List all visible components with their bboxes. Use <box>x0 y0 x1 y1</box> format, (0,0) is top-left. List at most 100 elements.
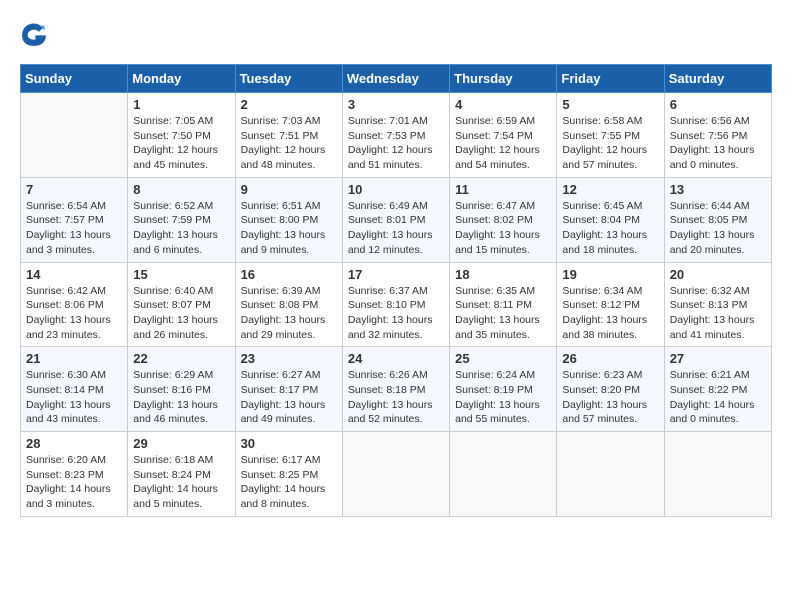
day-info: Sunrise: 6:42 AMSunset: 8:06 PMDaylight:… <box>26 284 122 343</box>
calendar-cell: 8 Sunrise: 6:52 AMSunset: 7:59 PMDaylight… <box>128 177 235 262</box>
day-number: 12 <box>562 182 658 197</box>
calendar-table: SundayMondayTuesdayWednesdayThursdayFrid… <box>20 64 772 517</box>
day-info: Sunrise: 6:49 AMSunset: 8:01 PMDaylight:… <box>348 199 444 258</box>
calendar-cell <box>557 432 664 517</box>
day-header-monday: Monday <box>128 65 235 93</box>
day-info: Sunrise: 6:44 AMSunset: 8:05 PMDaylight:… <box>670 199 766 258</box>
day-info: Sunrise: 6:37 AMSunset: 8:10 PMDaylight:… <box>348 284 444 343</box>
calendar-cell: 15 Sunrise: 6:40 AMSunset: 8:07 PMDayligh… <box>128 262 235 347</box>
day-info: Sunrise: 6:27 AMSunset: 8:17 PMDaylight:… <box>241 368 337 427</box>
day-number: 27 <box>670 351 766 366</box>
day-info: Sunrise: 6:20 AMSunset: 8:23 PMDaylight:… <box>26 453 122 512</box>
day-header-sunday: Sunday <box>21 65 128 93</box>
calendar-cell: 5 Sunrise: 6:58 AMSunset: 7:55 PMDaylight… <box>557 93 664 178</box>
day-info: Sunrise: 6:39 AMSunset: 8:08 PMDaylight:… <box>241 284 337 343</box>
day-number: 29 <box>133 436 229 451</box>
day-info: Sunrise: 6:52 AMSunset: 7:59 PMDaylight:… <box>133 199 229 258</box>
calendar-cell: 26 Sunrise: 6:23 AMSunset: 8:20 PMDayligh… <box>557 347 664 432</box>
header <box>20 20 772 48</box>
calendar-week-row: 7 Sunrise: 6:54 AMSunset: 7:57 PMDaylight… <box>21 177 772 262</box>
day-info: Sunrise: 6:58 AMSunset: 7:55 PMDaylight:… <box>562 114 658 173</box>
calendar-cell <box>450 432 557 517</box>
calendar-cell: 28 Sunrise: 6:20 AMSunset: 8:23 PMDayligh… <box>21 432 128 517</box>
calendar-cell: 7 Sunrise: 6:54 AMSunset: 7:57 PMDaylight… <box>21 177 128 262</box>
day-info: Sunrise: 6:59 AMSunset: 7:54 PMDaylight:… <box>455 114 551 173</box>
calendar-cell: 25Sunrise: 6:24 AMSunset: 8:19 PMDayligh… <box>450 347 557 432</box>
day-number: 17 <box>348 267 444 282</box>
calendar-cell: 20Sunrise: 6:32 AMSunset: 8:13 PMDayligh… <box>664 262 771 347</box>
calendar-cell: 24 Sunrise: 6:26 AMSunset: 8:18 PMDayligh… <box>342 347 449 432</box>
calendar-cell: 21 Sunrise: 6:30 AMSunset: 8:14 PMDayligh… <box>21 347 128 432</box>
day-header-saturday: Saturday <box>664 65 771 93</box>
day-number: 13 <box>670 182 766 197</box>
day-number: 4 <box>455 97 551 112</box>
day-number: 5 <box>562 97 658 112</box>
day-info: Sunrise: 6:26 AMSunset: 8:18 PMDaylight:… <box>348 368 444 427</box>
day-info: Sunrise: 6:29 AMSunset: 8:16 PMDaylight:… <box>133 368 229 427</box>
day-number: 16 <box>241 267 337 282</box>
calendar-cell: 9 Sunrise: 6:51 AMSunset: 8:00 PMDaylight… <box>235 177 342 262</box>
logo <box>20 20 52 48</box>
day-number: 28 <box>26 436 122 451</box>
day-number: 15 <box>133 267 229 282</box>
calendar-cell: 23 Sunrise: 6:27 AMSunset: 8:17 PMDayligh… <box>235 347 342 432</box>
day-number: 7 <box>26 182 122 197</box>
day-number: 26 <box>562 351 658 366</box>
day-info: Sunrise: 7:05 AMSunset: 7:50 PMDaylight:… <box>133 114 229 173</box>
calendar-cell: 17 Sunrise: 6:37 AMSunset: 8:10 PMDayligh… <box>342 262 449 347</box>
day-number: 10 <box>348 182 444 197</box>
day-info: Sunrise: 6:54 AMSunset: 7:57 PMDaylight:… <box>26 199 122 258</box>
calendar-cell <box>342 432 449 517</box>
day-number: 14 <box>26 267 122 282</box>
day-info: Sunrise: 6:18 AMSunset: 8:24 PMDaylight:… <box>133 453 229 512</box>
day-info: Sunrise: 6:23 AMSunset: 8:20 PMDaylight:… <box>562 368 658 427</box>
day-header-friday: Friday <box>557 65 664 93</box>
calendar-cell: 18 Sunrise: 6:35 AMSunset: 8:11 PMDayligh… <box>450 262 557 347</box>
day-number: 19 <box>562 267 658 282</box>
calendar-cell: 6 Sunrise: 6:56 AMSunset: 7:56 PMDaylight… <box>664 93 771 178</box>
day-info: Sunrise: 6:45 AMSunset: 8:04 PMDaylight:… <box>562 199 658 258</box>
day-info: Sunrise: 6:40 AMSunset: 8:07 PMDaylight:… <box>133 284 229 343</box>
day-info: Sunrise: 6:35 AMSunset: 8:11 PMDaylight:… <box>455 284 551 343</box>
calendar-cell <box>21 93 128 178</box>
calendar-cell: 3Sunrise: 7:01 AMSunset: 7:53 PMDaylight… <box>342 93 449 178</box>
calendar-week-row: 28 Sunrise: 6:20 AMSunset: 8:23 PMDayligh… <box>21 432 772 517</box>
day-number: 23 <box>241 351 337 366</box>
generalblue-logo-icon <box>20 20 48 48</box>
calendar-cell: 19Sunrise: 6:34 AMSunset: 8:12 PMDayligh… <box>557 262 664 347</box>
calendar-cell: 22 Sunrise: 6:29 AMSunset: 8:16 PMDayligh… <box>128 347 235 432</box>
day-info: Sunrise: 6:51 AMSunset: 8:00 PMDaylight:… <box>241 199 337 258</box>
day-number: 24 <box>348 351 444 366</box>
calendar-cell: 4 Sunrise: 6:59 AMSunset: 7:54 PMDaylight… <box>450 93 557 178</box>
calendar-cell: 10 Sunrise: 6:49 AMSunset: 8:01 PMDayligh… <box>342 177 449 262</box>
day-info: Sunrise: 6:17 AMSunset: 8:25 PMDaylight:… <box>241 453 337 512</box>
calendar-cell: 27 Sunrise: 6:21 AMSunset: 8:22 PMDayligh… <box>664 347 771 432</box>
day-number: 9 <box>241 182 337 197</box>
day-header-tuesday: Tuesday <box>235 65 342 93</box>
day-info: Sunrise: 7:01 AMSunset: 7:53 PMDaylight:… <box>348 114 444 173</box>
day-number: 8 <box>133 182 229 197</box>
calendar-cell: 14 Sunrise: 6:42 AMSunset: 8:06 PMDayligh… <box>21 262 128 347</box>
day-number: 11 <box>455 182 551 197</box>
day-number: 22 <box>133 351 229 366</box>
calendar-cell: 11 Sunrise: 6:47 AMSunset: 8:02 PMDayligh… <box>450 177 557 262</box>
day-header-thursday: Thursday <box>450 65 557 93</box>
day-info: Sunrise: 7:03 AMSunset: 7:51 PMDaylight:… <box>241 114 337 173</box>
day-info: Sunrise: 6:30 AMSunset: 8:14 PMDaylight:… <box>26 368 122 427</box>
calendar-cell: 1 Sunrise: 7:05 AMSunset: 7:50 PMDaylight… <box>128 93 235 178</box>
day-number: 1 <box>133 97 229 112</box>
day-info: Sunrise: 6:21 AMSunset: 8:22 PMDaylight:… <box>670 368 766 427</box>
day-number: 21 <box>26 351 122 366</box>
day-info: Sunrise: 6:32 AMSunset: 8:13 PMDaylight:… <box>670 284 766 343</box>
day-number: 6 <box>670 97 766 112</box>
day-number: 18 <box>455 267 551 282</box>
day-number: 25 <box>455 351 551 366</box>
calendar-week-row: 14 Sunrise: 6:42 AMSunset: 8:06 PMDayligh… <box>21 262 772 347</box>
day-info: Sunrise: 6:47 AMSunset: 8:02 PMDaylight:… <box>455 199 551 258</box>
calendar-cell: 30Sunrise: 6:17 AMSunset: 8:25 PMDayligh… <box>235 432 342 517</box>
day-info: Sunrise: 6:56 AMSunset: 7:56 PMDaylight:… <box>670 114 766 173</box>
calendar-cell <box>664 432 771 517</box>
calendar-cell: 12 Sunrise: 6:45 AMSunset: 8:04 PMDayligh… <box>557 177 664 262</box>
day-header-wednesday: Wednesday <box>342 65 449 93</box>
calendar-week-row: 1 Sunrise: 7:05 AMSunset: 7:50 PMDaylight… <box>21 93 772 178</box>
